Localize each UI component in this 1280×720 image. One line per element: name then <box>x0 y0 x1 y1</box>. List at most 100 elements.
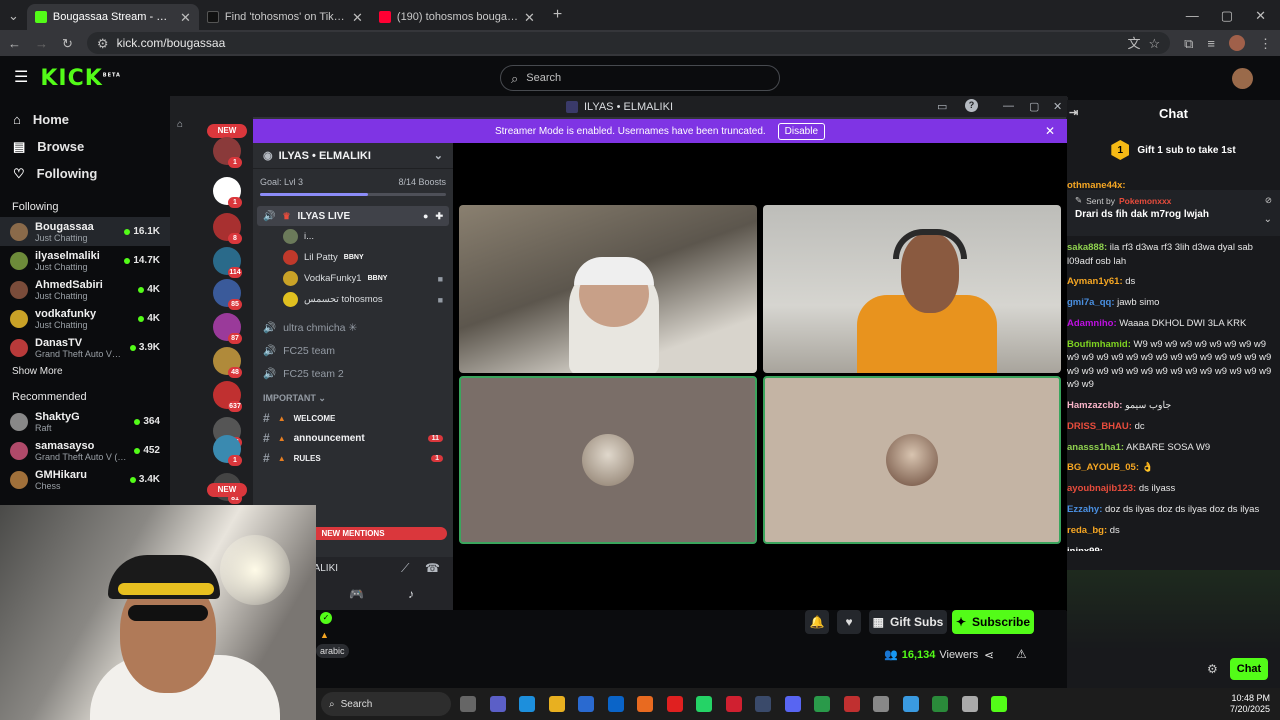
minimize-window-icon[interactable]: — <box>1186 9 1199 22</box>
add-user-icon[interactable]: ✚ <box>435 211 443 222</box>
chat-username[interactable]: saka888: <box>1067 242 1107 253</box>
profile-avatar[interactable] <box>1229 35 1245 51</box>
hamburger-menu-icon[interactable]: ☰ <box>14 70 28 86</box>
new-servers-pill[interactable]: NEW <box>207 124 247 138</box>
notifications-button[interactable]: 🔔 <box>805 610 829 634</box>
gear-icon[interactable] <box>961 696 978 712</box>
chat-username[interactable]: jninx99: <box>1067 546 1103 551</box>
close-tab-icon[interactable]: ✕ <box>352 11 363 24</box>
discord-close-icon[interactable]: ✕ <box>1053 100 1062 113</box>
text-channel[interactable]: # ▲ WELCOME <box>253 408 453 428</box>
voice-channel[interactable]: 🔊 FC25 team 2 <box>253 362 453 385</box>
chevron-down-icon[interactable]: ⌄ <box>1264 214 1272 225</box>
following-channel[interactable]: DanasTV Grand Theft Auto V (... 3.9K <box>0 333 170 362</box>
nav-following[interactable]: ♡ Following <box>0 160 170 187</box>
chat-username[interactable]: Hamzazcbb: <box>1067 400 1122 411</box>
voice-channel-ilyas-live[interactable]: 🔊 ♛ ILYAS LIVE ● ✚ <box>257 206 449 226</box>
chat-username[interactable]: ayoubnajib123: <box>1067 483 1136 494</box>
activity-icon[interactable]: 🎮 <box>349 587 364 601</box>
voice-user[interactable]: i... <box>253 226 453 247</box>
chat-username[interactable]: Adamniho: <box>1067 318 1117 329</box>
chat-username[interactable]: Boufimhamid: <box>1067 339 1131 350</box>
recommended-channel[interactable]: ShaktyG Raft 364 <box>0 407 170 436</box>
text-channel[interactable]: # ▲ RULES 1 <box>253 448 453 468</box>
close-banner-icon[interactable]: ✕ <box>1045 124 1055 138</box>
new-tab-icon[interactable]: + <box>553 7 562 23</box>
voice-channel[interactable]: 🔊 ultra chmicha ✳ <box>253 316 453 339</box>
report-icon[interactable]: ⚠ <box>1016 647 1027 661</box>
hangup-icon[interactable]: ☎ <box>425 561 440 575</box>
share-icon[interactable]: ⋖ <box>984 648 994 662</box>
disable-streamer-mode-button[interactable]: Disable <box>777 122 826 140</box>
voice-user[interactable]: تحسمس tohosmos ■ <box>253 289 453 310</box>
nav-browse[interactable]: ▤ Browse <box>0 133 170 160</box>
chat-username[interactable]: DRISS_BHAU: <box>1067 421 1132 432</box>
teams-icon[interactable] <box>489 696 506 712</box>
youtube-icon[interactable] <box>666 696 683 712</box>
gift-subs-button[interactable]: ▦ Gift Subs <box>869 610 947 634</box>
collapse-chat-icon[interactable]: ⇥ <box>1069 106 1078 119</box>
screen-share-icon[interactable]: ▭ <box>937 100 947 113</box>
text-channel[interactable]: # ▲ announcement 11 <box>253 428 453 448</box>
address-bar[interactable]: ⚙ kick.com/bougassaa 文 ☆ <box>86 32 1171 54</box>
send-chat-button[interactable]: Chat <box>1230 658 1268 680</box>
kick-icon[interactable] <box>991 696 1007 712</box>
whatsapp-icon[interactable] <box>696 696 712 712</box>
voice-user[interactable]: Lil Patty BBNY <box>253 247 453 268</box>
chat-bubble-icon[interactable]: ● <box>423 211 428 221</box>
nav-home[interactable]: ⌂ Home <box>0 106 170 133</box>
media-icon[interactable]: ≡ <box>1207 37 1215 50</box>
system-clock[interactable]: 10:48 PM 7/20/2025 <box>1230 693 1270 715</box>
back-icon[interactable]: ← <box>8 37 21 50</box>
terminal-icon[interactable] <box>932 696 948 712</box>
translate-icon[interactable]: 文 <box>1127 37 1140 50</box>
subscribe-button[interactable]: ✦ Subscribe <box>952 610 1034 634</box>
site-info-icon[interactable]: ⚙ <box>97 37 109 50</box>
following-channel[interactable]: ilyaselmaliki Just Chatting 14.7K <box>0 246 170 275</box>
new-servers-pill-bottom[interactable]: NEW <box>207 483 247 497</box>
chat-settings-icon[interactable]: ⚙ <box>1207 662 1218 676</box>
user-avatar[interactable] <box>1232 68 1253 89</box>
chat-input[interactable] <box>1067 570 1280 650</box>
show-more-link[interactable]: Show More <box>0 362 170 381</box>
follow-button[interactable]: ♥ <box>837 610 861 634</box>
search-input[interactable]: ⌕ Search <box>500 65 780 91</box>
edge-icon[interactable] <box>519 696 535 712</box>
arabic-tag[interactable]: arabic <box>316 644 349 658</box>
pinned-message[interactable]: ✎ Sent by Pokemonxxx ⊘ Drari ds fih dak … <box>1067 190 1280 236</box>
close-tab-icon[interactable]: ✕ <box>180 11 191 24</box>
browser-tab-youtube[interactable]: (190) tohosmos bougassa - YouTube ✕ <box>371 4 543 30</box>
tab-search-icon[interactable]: ⌄ <box>8 9 19 22</box>
store-icon[interactable] <box>578 696 594 712</box>
discord-icon[interactable] <box>784 696 801 712</box>
taskbar-search[interactable]: ⌕ Search <box>321 692 451 716</box>
following-channel[interactable]: vodkafunky Just Chatting 4K <box>0 304 170 333</box>
chat-username[interactable]: Ayman1y61: <box>1067 276 1123 287</box>
help-icon[interactable]: ? <box>965 99 978 112</box>
extensions-icon[interactable]: ⧉ <box>1184 37 1193 50</box>
soundboard-icon[interactable]: ♪ <box>408 587 414 601</box>
following-channel[interactable]: AhmedSabiri Just Chatting 4K <box>0 275 170 304</box>
close-tab-icon[interactable]: ✕ <box>524 11 535 24</box>
chrome-icon[interactable] <box>814 696 830 712</box>
browser-tab-tiktok[interactable]: Find 'tohosmos' on TikTok | TikTok ✕ <box>199 4 371 30</box>
discord-minimize-icon[interactable]: — <box>1003 100 1014 112</box>
gift-leaderboard[interactable]: 1 Gift 1 sub to take 1st <box>1067 134 1280 166</box>
discord-maximize-icon[interactable]: ▢ <box>1029 100 1039 113</box>
kick-logo[interactable]: KICKBETA <box>40 66 121 91</box>
video-tile-2[interactable] <box>763 205 1061 373</box>
recommended-channel[interactable]: GMHikaru Chess 3.4K <box>0 465 170 494</box>
voice-channel[interactable]: 🔊 FC25 team <box>253 339 453 362</box>
category-important[interactable]: IMPORTANT ⌄ <box>253 385 453 408</box>
close-window-icon[interactable]: ✕ <box>1255 9 1266 22</box>
chat-username[interactable]: gmi7a_qq: <box>1067 297 1115 308</box>
chat-username[interactable]: Ezzahy: <box>1067 504 1102 515</box>
chat-username[interactable]: BG_AYOUB_05: <box>1067 462 1139 473</box>
voice-user[interactable]: VodkaFunky1 BBNY ■ <box>253 268 453 289</box>
recommended-channel[interactable]: samasayso Grand Theft Auto V (G... 452 <box>0 436 170 465</box>
reload-icon[interactable]: ↻ <box>62 37 73 50</box>
opera-icon[interactable] <box>725 696 742 712</box>
settings-icon[interactable] <box>873 696 889 712</box>
following-channel[interactable]: Bougassaa Just Chatting 16.1K <box>0 217 170 246</box>
avatar-tile-2[interactable] <box>763 376 1061 544</box>
